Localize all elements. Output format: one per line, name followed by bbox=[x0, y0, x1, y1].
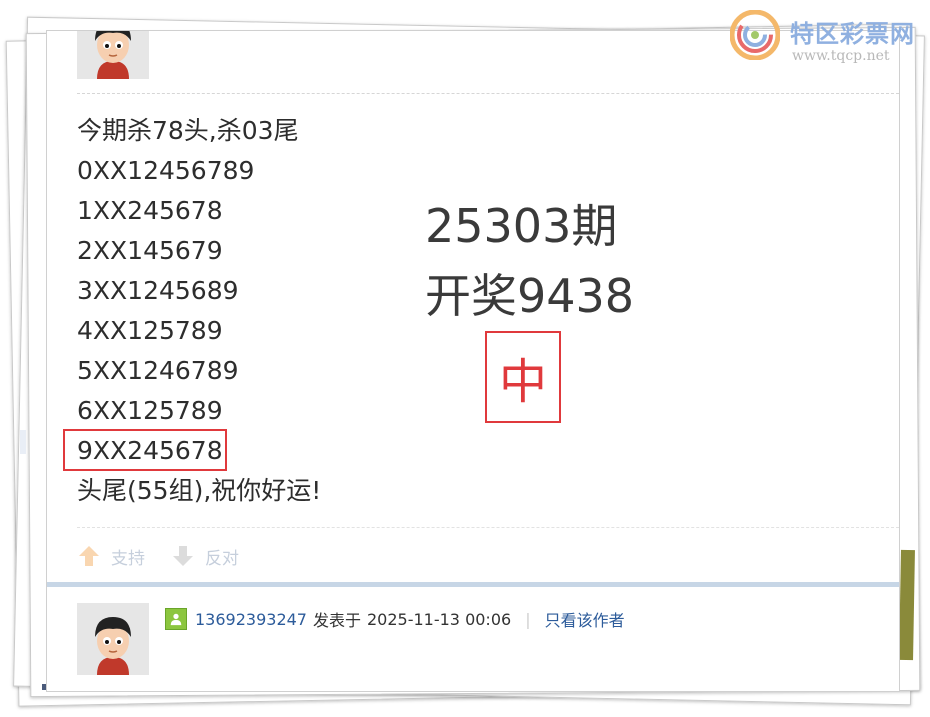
avatar-image bbox=[77, 603, 149, 675]
user-badge-icon bbox=[165, 608, 187, 630]
forum-page: 今期杀78头,杀03尾 0XX12456789 1XX245678 2XX145… bbox=[46, 30, 900, 692]
post-line: 今期杀78头,杀03尾 bbox=[77, 116, 299, 145]
support-label: 支持 bbox=[111, 548, 145, 569]
side-strip bbox=[20, 430, 26, 454]
post-line: 3XX1245689 bbox=[77, 276, 239, 305]
post-line: 2XX145679 bbox=[77, 236, 223, 265]
post-line: 头尾(55组),祝你好运! bbox=[77, 476, 322, 505]
post-line: 0XX12456789 bbox=[77, 156, 255, 185]
avatar-image bbox=[77, 31, 149, 79]
site-logo: 特区彩票网 www.tqcp.net bbox=[730, 10, 925, 70]
logo-swirl-icon bbox=[730, 10, 780, 60]
draw-result: 开奖9438 bbox=[425, 269, 635, 323]
thumb-up-arrow-icon bbox=[79, 546, 99, 566]
avatar[interactable] bbox=[77, 603, 149, 675]
username-link[interactable]: 13692393247 bbox=[195, 610, 307, 629]
vote-bar: 支持 反对 bbox=[77, 541, 265, 571]
hit-mark: 中 bbox=[485, 331, 561, 423]
draw-period: 25303期 bbox=[425, 199, 618, 253]
post-line: 5XX1246789 bbox=[77, 356, 239, 385]
logo-url: www.tqcp.net bbox=[792, 48, 890, 64]
posted-time: 2025-11-13 00:06 bbox=[367, 609, 512, 629]
post-line: 1XX245678 bbox=[77, 196, 223, 225]
post-line: 6XX125789 bbox=[77, 396, 223, 425]
paper-stack-edge bbox=[899, 549, 915, 661]
post-footer-divider bbox=[77, 527, 899, 528]
oppose-label: 反对 bbox=[205, 548, 239, 569]
support-button[interactable]: 支持 bbox=[77, 544, 145, 569]
post-line: 4XX125789 bbox=[77, 316, 223, 345]
author-only-link[interactable]: 只看该作者 bbox=[545, 607, 625, 631]
logo-name: 特区彩票网 bbox=[790, 20, 915, 48]
oppose-button[interactable]: 反对 bbox=[171, 544, 239, 569]
posted-label: 发表于 bbox=[312, 611, 361, 630]
thumb-down-arrow-icon bbox=[173, 546, 193, 566]
meta-separator: | bbox=[525, 609, 531, 629]
post-divider bbox=[77, 93, 899, 94]
winning-line-highlight bbox=[63, 429, 227, 471]
post-meta: 13692393247 发表于 2025-11-13 00:06 | 只看该作者 bbox=[165, 607, 625, 631]
post-separator-bar bbox=[47, 582, 899, 587]
avatar[interactable] bbox=[77, 31, 149, 79]
